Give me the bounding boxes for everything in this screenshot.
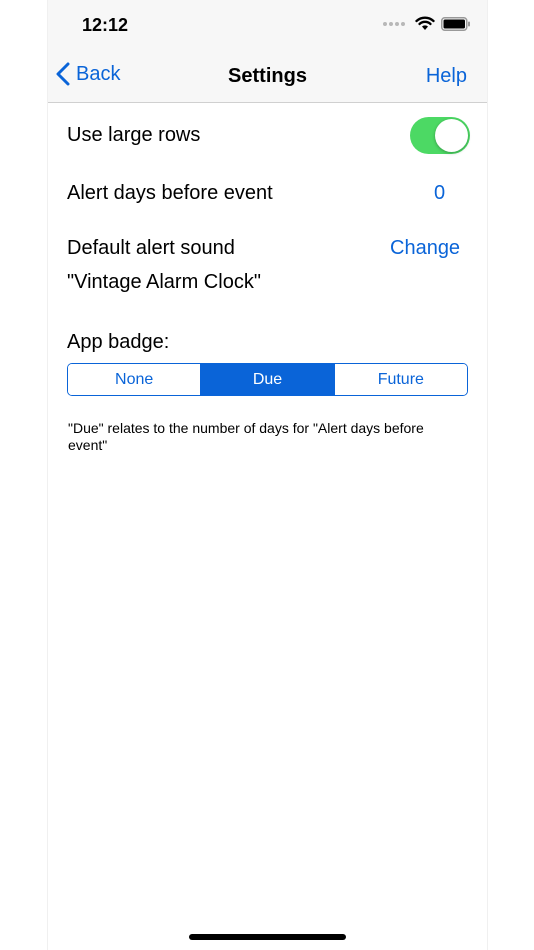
segment-due[interactable]: Due [201, 364, 335, 395]
right-gutter [487, 0, 534, 950]
navigation-bar: 12:12 Back Settings Help [48, 0, 487, 103]
app-badge-segmented-control: None Due Future [67, 363, 468, 396]
battery-icon [441, 16, 470, 31]
badge-note: "Due" relates to the number of days for … [68, 420, 424, 453]
alert-sound-value: "Vintage Alarm Clock" [67, 271, 261, 293]
alert-days-label: Alert days before event [67, 182, 273, 204]
alert-sound-label: Default alert sound [67, 237, 235, 259]
alert-days-value[interactable]: 0 [434, 182, 445, 205]
large-rows-toggle[interactable] [410, 117, 470, 154]
large-rows-label: Use large rows [67, 124, 201, 146]
phone-screen: 12:12 Back Settings Help Use large rows … [48, 0, 487, 950]
wifi-icon [415, 16, 435, 30]
help-button[interactable]: Help [426, 65, 467, 88]
segment-none[interactable]: None [68, 364, 202, 395]
toggle-knob [435, 119, 468, 152]
segment-future[interactable]: Future [334, 364, 467, 395]
status-icons [383, 16, 471, 31]
home-indicator[interactable] [189, 934, 346, 940]
app-badge-label: App badge: [67, 331, 170, 353]
status-time: 12:12 [82, 15, 129, 35]
left-gutter [0, 0, 48, 950]
change-sound-button[interactable]: Change [390, 237, 460, 260]
page: 12:12 Back Settings Help Use large rows … [0, 0, 534, 950]
cellular-signal-icon [383, 21, 405, 26]
page-title: Settings [228, 65, 307, 87]
